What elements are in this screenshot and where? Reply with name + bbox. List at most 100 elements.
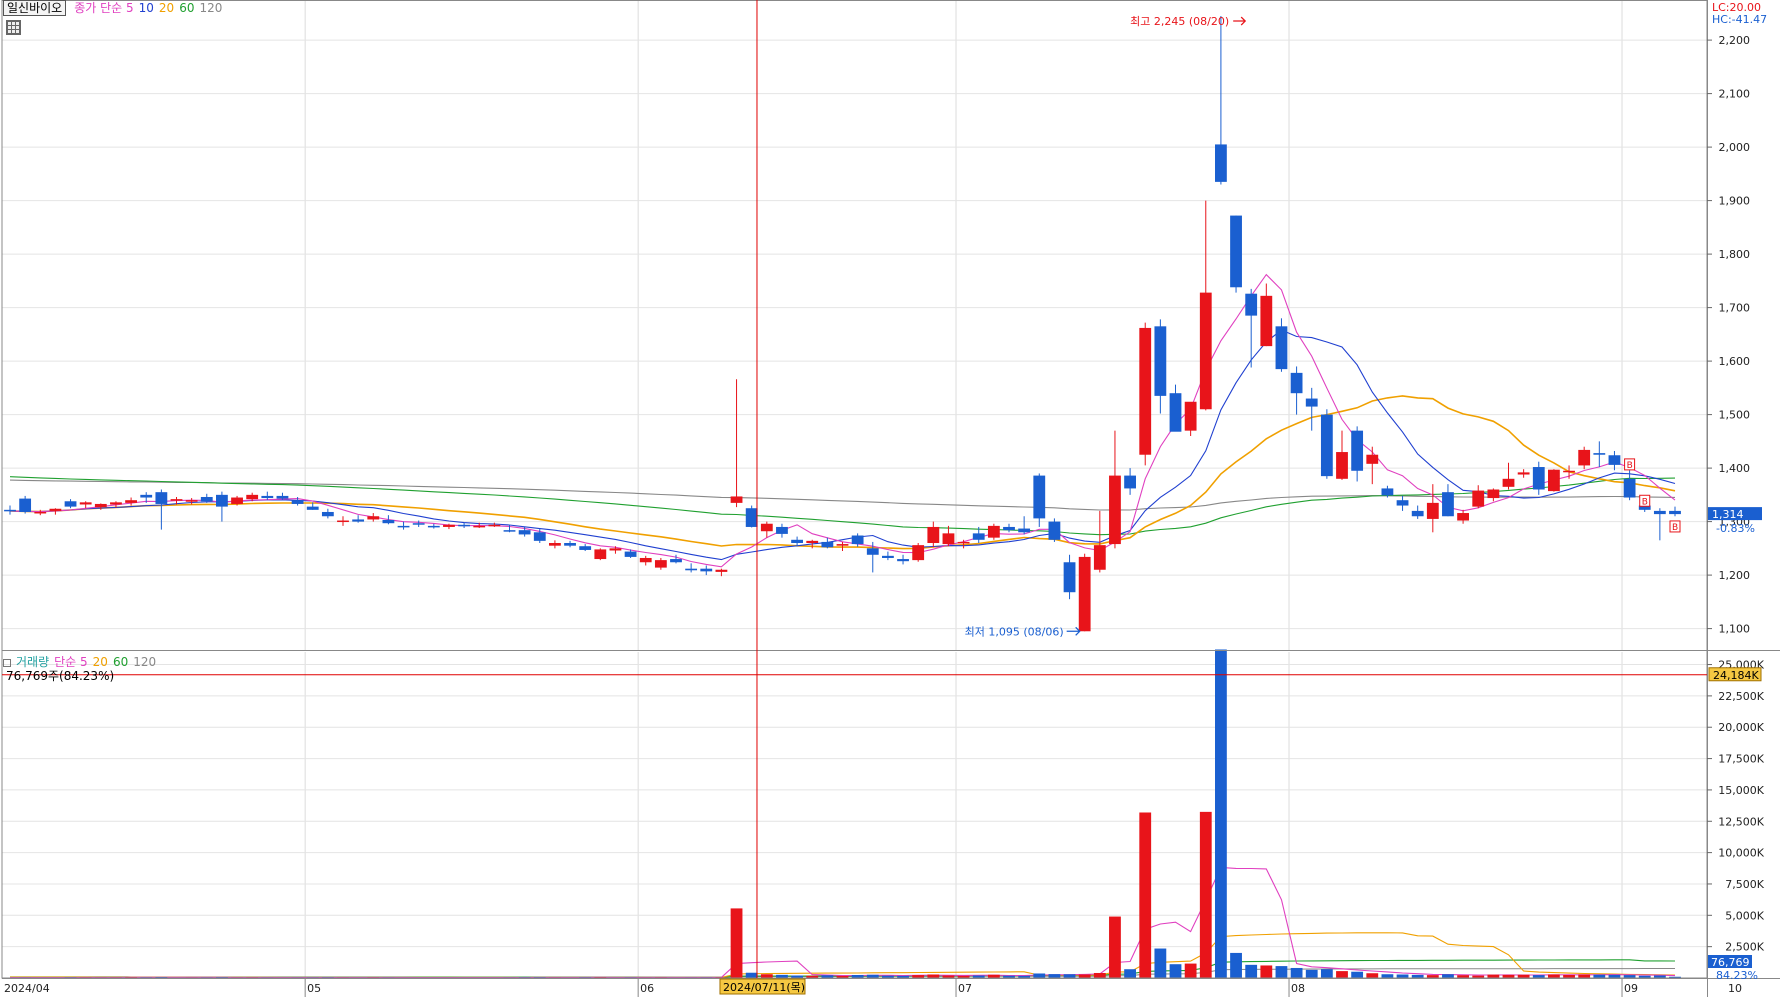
- ma5-line: [9, 273, 1676, 568]
- candle-body: [1109, 475, 1121, 545]
- high-annotation: 최고 2,245 (08/20): [1130, 15, 1229, 28]
- volume-tick-label: 12,500K: [1718, 815, 1764, 828]
- candle-body: [125, 500, 137, 503]
- volume-bar: [1245, 964, 1258, 978]
- legend-vol-ma20: 20: [92, 655, 108, 669]
- volume-bar: [1109, 916, 1121, 978]
- candle-body: [927, 526, 940, 543]
- volume-tick-label: 22,500K: [1718, 690, 1764, 703]
- candle-body: [352, 519, 365, 522]
- stock-name[interactable]: 일신바이오: [3, 0, 67, 16]
- grid-toggle-icon[interactable]: [6, 20, 21, 35]
- candle-body: [745, 508, 758, 527]
- candle-body: [1381, 488, 1394, 496]
- volume-bar: [1578, 974, 1591, 978]
- candle-body: [1275, 326, 1288, 370]
- candle-body: [1124, 475, 1136, 489]
- candle-body: [685, 568, 698, 571]
- candle-body: [155, 492, 168, 504]
- volume-bar: [1305, 969, 1318, 978]
- candle-body: [624, 551, 637, 557]
- volume-bar: [1215, 649, 1227, 978]
- volume-tick-label: 10,000K: [1718, 847, 1764, 860]
- candle-body: [1548, 469, 1560, 492]
- candle-body: [851, 535, 864, 545]
- candle-body: [19, 498, 32, 512]
- candle-body: [1593, 453, 1606, 455]
- candle-body: [639, 557, 652, 563]
- candle-body: [246, 494, 259, 500]
- candle-body: [776, 526, 788, 534]
- x-tick-label: 10: [1728, 982, 1742, 995]
- candle-body: [34, 511, 47, 514]
- candle-body: [216, 494, 228, 507]
- candle-body: [412, 523, 425, 525]
- candle-body: [337, 520, 349, 523]
- candle-body: [185, 500, 198, 502]
- candle-body: [549, 543, 561, 546]
- chart-canvas[interactable]: 1,1001,2001,3001,4001,5001,6001,7001,800…: [0, 0, 1780, 997]
- volume-bar: [1366, 973, 1379, 978]
- vol-ma20-line: [10, 932, 1676, 979]
- price-tick-label: 1,900: [1719, 195, 1751, 208]
- volume-panel-toggle-icon[interactable]: [3, 658, 11, 667]
- current-price-change: -0.83%: [1716, 522, 1755, 535]
- crosshair-volume-value: 24,184K: [1713, 669, 1759, 682]
- volume-bar: [1548, 974, 1560, 978]
- crosshair-date-value: 2024/07/11(목): [723, 981, 805, 994]
- volume-bar: [1154, 948, 1167, 978]
- price-tick-label: 1,200: [1719, 569, 1751, 582]
- candle-body: [897, 559, 909, 562]
- price-tick-label: 1,500: [1719, 409, 1751, 422]
- x-tick-label: 09: [1624, 982, 1638, 995]
- candle-body: [1411, 510, 1424, 517]
- candle-body: [1487, 489, 1500, 499]
- candle-body: [700, 568, 713, 572]
- volume-bar: [1199, 811, 1212, 978]
- candle-body: [821, 541, 834, 548]
- candle-body: [1578, 449, 1591, 466]
- candle-body: [609, 548, 622, 551]
- x-tick-label: 07: [958, 982, 972, 995]
- x-tick-label: 08: [1291, 982, 1305, 995]
- volume-bar: [1381, 974, 1394, 978]
- price-tick-label: 2,000: [1719, 141, 1751, 154]
- candle-body: [1517, 472, 1530, 475]
- price-tick-label: 1,800: [1719, 248, 1751, 261]
- legend-ma5: 종가 단순 5: [74, 1, 134, 15]
- candle-body: [64, 501, 77, 507]
- candle-body: [533, 532, 546, 541]
- price-tick-label: 1,400: [1719, 462, 1751, 475]
- candle-body: [140, 494, 153, 498]
- candle-body: [49, 508, 62, 511]
- candle-body: [1472, 490, 1485, 507]
- candle-body: [397, 525, 410, 528]
- candle-body: [231, 497, 243, 504]
- candle-body: [1199, 292, 1212, 410]
- candle-body: [564, 543, 576, 546]
- candle-body: [1018, 528, 1031, 533]
- price-moving-averages: [9, 273, 1676, 568]
- volume-bar: [1124, 969, 1136, 978]
- price-tick-label: 2,200: [1719, 34, 1751, 47]
- volume-bar: [730, 908, 743, 978]
- candle-body: [579, 546, 592, 550]
- legend-ma120: 120: [199, 1, 223, 15]
- candle-body: [261, 495, 274, 499]
- price-legend: 일신바이오 종가 단순 5 10 20 60 120: [3, 0, 227, 16]
- signal-marker-letter: B: [1627, 461, 1633, 471]
- current-price-value: 1,314: [1712, 508, 1744, 521]
- volume-bar: [760, 974, 773, 978]
- candle-body: [1653, 510, 1666, 515]
- candle-body: [382, 519, 395, 524]
- candle-body: [1063, 562, 1076, 593]
- legend-volume: 거래량: [16, 655, 50, 669]
- candle-body: [1623, 478, 1636, 498]
- price-tick-label: 1,600: [1719, 355, 1751, 368]
- volume-bars: [4, 649, 1681, 979]
- candle-body: [1245, 293, 1258, 316]
- volume-tick-label: 2,500K: [1725, 941, 1764, 954]
- candle-body: [1260, 295, 1273, 347]
- signal-marker-letter: B: [1672, 523, 1678, 533]
- candle-body: [1532, 467, 1545, 490]
